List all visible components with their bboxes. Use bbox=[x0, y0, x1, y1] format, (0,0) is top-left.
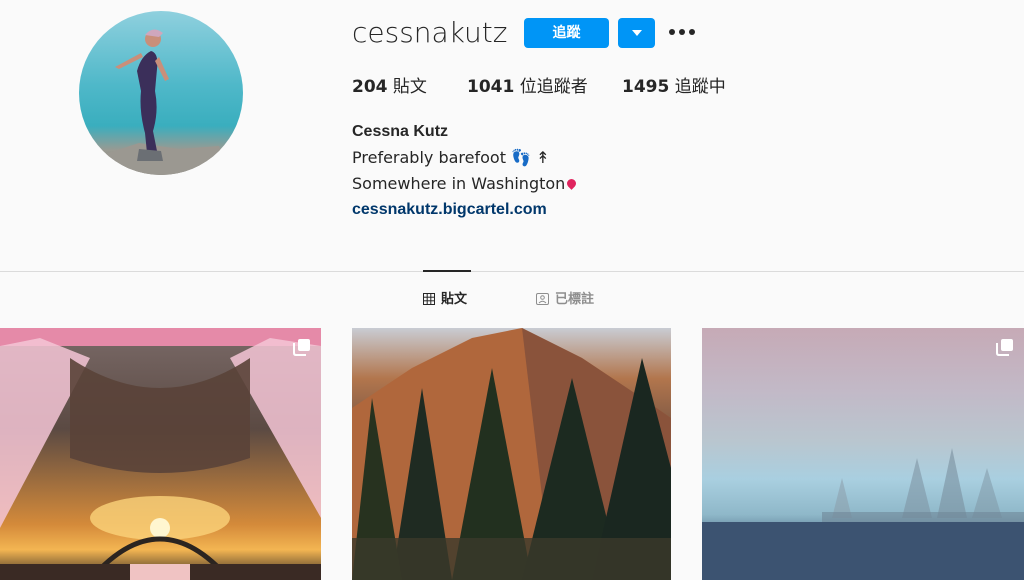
posts-stat: 204 貼文 bbox=[352, 76, 427, 98]
post-thumbnail[interactable] bbox=[702, 328, 1024, 580]
bio-line: Preferably barefoot 👣 ↟ bbox=[352, 148, 550, 167]
posts-label: 貼文 bbox=[392, 77, 427, 97]
multiple-photos-icon bbox=[293, 339, 310, 356]
tab-tagged[interactable]: 已標註 bbox=[536, 290, 594, 310]
followers-label: 位追蹤者 bbox=[519, 77, 588, 97]
suggested-accounts-dropdown-button[interactable] bbox=[618, 18, 655, 48]
profile-avatar[interactable] bbox=[79, 11, 243, 175]
multiple-photos-icon bbox=[996, 339, 1013, 356]
bio-location: Somewhere in Washington bbox=[352, 174, 579, 194]
active-tab-indicator bbox=[423, 270, 471, 272]
tab-posts-label: 貼文 bbox=[441, 292, 468, 307]
tab-tagged-label: 已標註 bbox=[555, 292, 595, 307]
post-thumbnail[interactable] bbox=[352, 328, 671, 580]
profile-username: cessnakutz bbox=[352, 16, 508, 49]
bio-location-text: Somewhere in Washington bbox=[352, 174, 566, 193]
followers-count: 1041 bbox=[467, 77, 515, 97]
followers-stat[interactable]: 1041 位追蹤者 bbox=[467, 76, 588, 98]
post-thumbnail[interactable] bbox=[0, 328, 321, 580]
following-label: 追蹤中 bbox=[674, 77, 726, 97]
location-pin-icon bbox=[565, 177, 579, 190]
chevron-down-icon bbox=[632, 30, 642, 36]
grid-icon bbox=[423, 293, 435, 305]
more-options-button[interactable] bbox=[669, 25, 695, 41]
profile-full-name: Cessna Kutz bbox=[352, 123, 449, 140]
tab-posts[interactable]: 貼文 bbox=[423, 290, 467, 310]
post-image bbox=[702, 448, 1024, 580]
post-image bbox=[0, 328, 321, 580]
following-count: 1495 bbox=[622, 77, 670, 97]
follow-button[interactable]: 追蹤 bbox=[524, 18, 609, 48]
avatar-image bbox=[89, 29, 229, 175]
tagged-person-icon bbox=[536, 293, 549, 305]
more-dot-icon bbox=[679, 29, 685, 35]
tabs-divider bbox=[0, 271, 1024, 272]
posts-count: 204 bbox=[352, 77, 388, 97]
post-image bbox=[352, 328, 671, 580]
more-dot-icon bbox=[669, 29, 675, 35]
following-stat[interactable]: 1495 追蹤中 bbox=[622, 76, 726, 98]
more-dot-icon bbox=[689, 29, 695, 35]
profile-website-link[interactable]: cessnakutz.bigcartel.com bbox=[352, 200, 547, 220]
